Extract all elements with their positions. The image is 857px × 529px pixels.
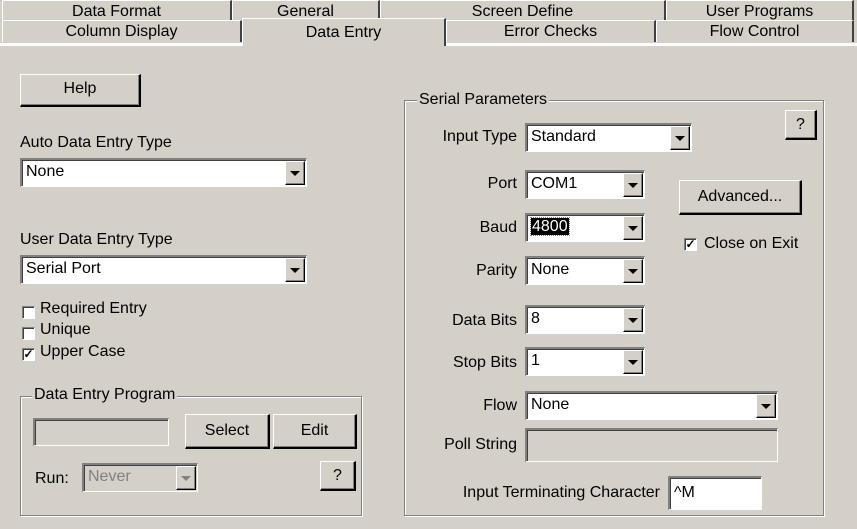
program-path-field (33, 418, 169, 446)
stop-bits-select[interactable]: 1 (525, 347, 645, 376)
help-button[interactable]: Help (20, 74, 141, 107)
tab-error-checks[interactable]: Error Checks (446, 20, 656, 42)
auto-data-entry-type-value: None (26, 163, 65, 180)
tab-column-display[interactable]: Column Display (2, 20, 242, 42)
check-mark-icon: ✓ (685, 237, 696, 251)
baud-select[interactable]: 4800 (525, 213, 645, 242)
chevron-down-icon[interactable] (623, 216, 643, 240)
input-terminating-character-label: Input Terminating Character (462, 484, 660, 501)
tab-data-format[interactable]: Data Format (2, 0, 232, 22)
input-terminating-character-field[interactable]: ^M (668, 476, 762, 510)
baud-label: Baud (479, 219, 517, 236)
poll-string-field (525, 428, 778, 462)
check-mark-icon: ✓ (23, 347, 34, 361)
data-bits-label: Data Bits (452, 312, 517, 329)
run-value: Never (88, 468, 131, 485)
port-select[interactable]: COM1 (525, 170, 645, 199)
run-select: Never (82, 463, 198, 492)
flow-select[interactable]: None (525, 391, 778, 420)
unique-label: Unique (40, 321, 91, 338)
select-button[interactable]: Select (185, 414, 270, 449)
auto-data-entry-type-select[interactable]: None (20, 158, 307, 187)
chevron-down-icon[interactable] (285, 161, 305, 185)
baud-value: 4800 (530, 217, 570, 236)
input-type-label: Input Type (442, 128, 517, 145)
chevron-down-icon (176, 466, 196, 490)
required-entry-label: Required Entry (40, 300, 147, 317)
port-value: COM1 (531, 175, 578, 192)
port-label: Port (487, 175, 517, 192)
run-label: Run: (35, 470, 69, 487)
chevron-down-icon[interactable] (623, 350, 643, 374)
chevron-down-icon[interactable] (670, 126, 690, 150)
required-entry-checkbox[interactable] (22, 306, 35, 319)
flow-value: None (531, 396, 570, 413)
tab-user-programs[interactable]: User Programs (666, 0, 854, 22)
chevron-down-icon[interactable] (623, 308, 643, 332)
user-data-entry-type-value: Serial Port (26, 260, 101, 277)
program-help-button[interactable]: ? (320, 461, 356, 491)
chevron-down-icon[interactable] (623, 173, 643, 197)
stop-bits-value: 1 (531, 352, 540, 369)
edit-button[interactable]: Edit (273, 414, 357, 449)
input-type-select[interactable]: Standard (525, 123, 692, 152)
auto-data-entry-type-label: Auto Data Entry Type (20, 134, 172, 151)
tab-flow-control[interactable]: Flow Control (656, 20, 854, 42)
chevron-down-icon[interactable] (756, 394, 776, 418)
input-terminating-character-value: ^M (674, 484, 695, 501)
close-on-exit-checkbox[interactable]: ✓ (684, 238, 697, 251)
tab-data-entry[interactable]: Data Entry (242, 18, 446, 46)
parity-label: Parity (476, 262, 517, 279)
parity-select[interactable]: None (525, 256, 645, 285)
serial-parameters-title: Serial Parameters (417, 91, 550, 109)
upper-case-checkbox[interactable]: ✓ (22, 348, 35, 361)
close-on-exit-label: Close on Exit (704, 235, 799, 252)
upper-case-label: Upper Case (40, 343, 126, 360)
poll-string-label: Poll String (444, 436, 517, 453)
stop-bits-label: Stop Bits (452, 354, 517, 371)
data-bits-select[interactable]: 8 (525, 305, 645, 334)
parity-value: None (531, 261, 570, 278)
data-entry-program-title: Data Entry Program (32, 386, 178, 404)
unique-checkbox[interactable] (22, 327, 35, 340)
serial-help-button[interactable]: ? (785, 110, 817, 140)
user-data-entry-type-label: User Data Entry Type (20, 231, 173, 248)
chevron-down-icon[interactable] (285, 258, 305, 282)
data-bits-value: 8 (531, 310, 540, 327)
chevron-down-icon[interactable] (623, 259, 643, 283)
flow-label: Flow (483, 397, 517, 414)
user-data-entry-type-select[interactable]: Serial Port (20, 255, 307, 284)
input-type-value: Standard (531, 128, 596, 145)
advanced-button[interactable]: Advanced... (679, 180, 802, 215)
